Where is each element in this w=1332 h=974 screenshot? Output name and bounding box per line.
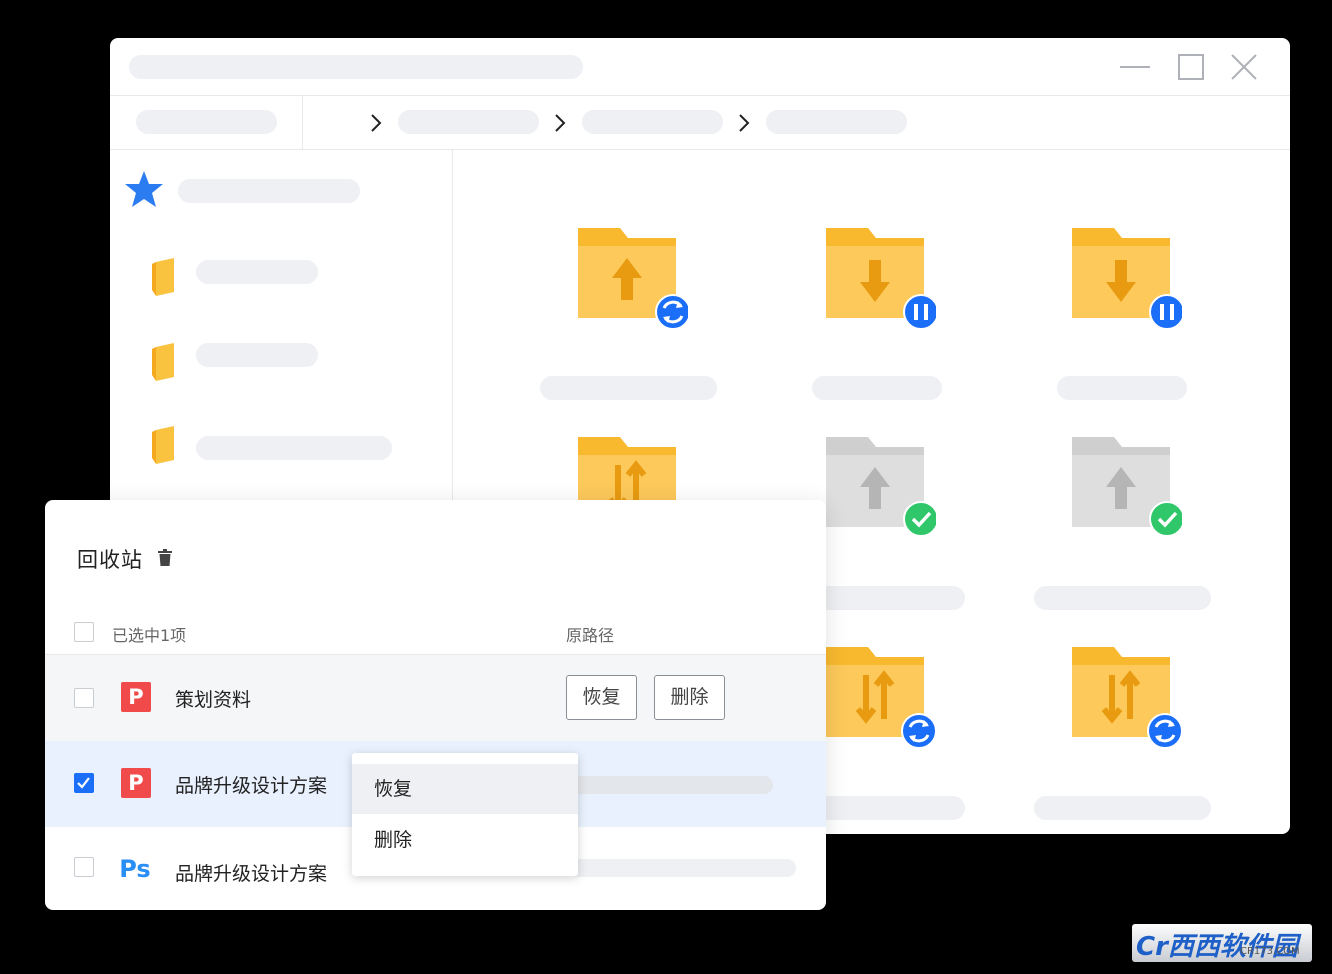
- ppt-file-icon: P: [121, 682, 151, 712]
- table-header: 已选中1项 原路径: [45, 608, 826, 655]
- close-button[interactable]: [1227, 52, 1261, 82]
- ps-file-icon: Ps: [119, 855, 151, 883]
- favorites-label-placeholder[interactable]: [178, 179, 360, 203]
- check-icon: [77, 777, 90, 789]
- folder-download-paused[interactable]: [826, 228, 936, 338]
- folder-name-placeholder: [1034, 586, 1211, 610]
- file-name: 策划资料: [175, 689, 252, 711]
- chevron-right-icon: [371, 114, 382, 132]
- folder-download-paused[interactable]: [1072, 228, 1182, 338]
- context-menu: 恢复 删除: [352, 753, 578, 876]
- panel-title: 回收站: [77, 548, 143, 572]
- folder-name-placeholder: [540, 376, 717, 400]
- select-all-checkbox[interactable]: [74, 622, 94, 642]
- folder-transfer-syncing[interactable]: [1072, 647, 1182, 757]
- location-placeholder[interactable]: [136, 110, 277, 134]
- address-bar: [110, 96, 1290, 150]
- folder-icon: [578, 228, 688, 330]
- folder-upload-complete[interactable]: [826, 437, 936, 547]
- row-checkbox[interactable]: [74, 688, 94, 708]
- breadcrumb-item[interactable]: [582, 110, 723, 134]
- folder-upload-complete[interactable]: [1072, 437, 1182, 547]
- maximize-button[interactable]: [1174, 52, 1208, 82]
- breadcrumb-item[interactable]: [766, 110, 907, 134]
- path-placeholder: [568, 776, 773, 794]
- table-row[interactable]: P 策划资料 恢复 删除: [45, 655, 826, 741]
- maximize-icon: [1178, 54, 1204, 80]
- folder-icon: [152, 258, 174, 296]
- address-divider: [302, 96, 303, 150]
- trash-icon: [158, 549, 172, 566]
- folder-icon: [152, 426, 174, 464]
- watermark: Cr西西软件园 CR173.COM: [1132, 924, 1312, 962]
- folder-name-placeholder: [812, 376, 942, 400]
- folder-upload-syncing[interactable]: [578, 228, 688, 338]
- row-checkbox[interactable]: [74, 857, 94, 877]
- folder-transfer-syncing[interactable]: [826, 647, 936, 757]
- title-placeholder: [129, 55, 583, 79]
- minimize-button[interactable]: [1118, 52, 1152, 82]
- folder-icon: [1072, 437, 1182, 537]
- sidebar-item-placeholder[interactable]: [196, 343, 318, 367]
- folder-icon: [826, 228, 936, 330]
- folder-icon: [152, 343, 174, 381]
- sidebar-item-placeholder[interactable]: [196, 436, 392, 460]
- file-name: 品牌升级设计方案: [175, 863, 328, 885]
- folder-icon: [1072, 647, 1182, 749]
- menu-item-delete[interactable]: 删除: [352, 815, 578, 865]
- sidebar-item-placeholder[interactable]: [196, 260, 318, 284]
- close-icon: [1231, 54, 1257, 80]
- menu-item-restore[interactable]: 恢复: [352, 764, 578, 814]
- row-checkbox[interactable]: [74, 773, 94, 793]
- folder-icon: [1072, 228, 1182, 330]
- minimize-icon: [1120, 66, 1150, 68]
- watermark-subtext: CR173.COM: [1240, 946, 1300, 957]
- folder-name-placeholder: [1034, 796, 1211, 820]
- recycle-bin-panel: 回收站 已选中1项 原路径 P 策划资料 恢复 删除 P 品牌升级设计方案 Ps…: [45, 500, 826, 910]
- delete-button[interactable]: 删除: [654, 675, 725, 720]
- ppt-file-icon: P: [121, 768, 151, 798]
- breadcrumb-item[interactable]: [398, 110, 539, 134]
- star-icon: [125, 171, 163, 207]
- selected-count-label: 已选中1项: [112, 626, 187, 645]
- chevron-right-icon: [555, 114, 566, 132]
- original-path-header: 原路径: [566, 626, 615, 645]
- chevron-right-icon: [739, 114, 750, 132]
- folder-icon: [826, 437, 936, 537]
- title-bar: [110, 38, 1290, 96]
- folder-icon: [826, 647, 936, 749]
- folder-name-placeholder: [1057, 376, 1187, 400]
- path-placeholder: [568, 859, 796, 877]
- restore-button[interactable]: 恢复: [566, 675, 637, 720]
- file-name: 品牌升级设计方案: [175, 775, 328, 797]
